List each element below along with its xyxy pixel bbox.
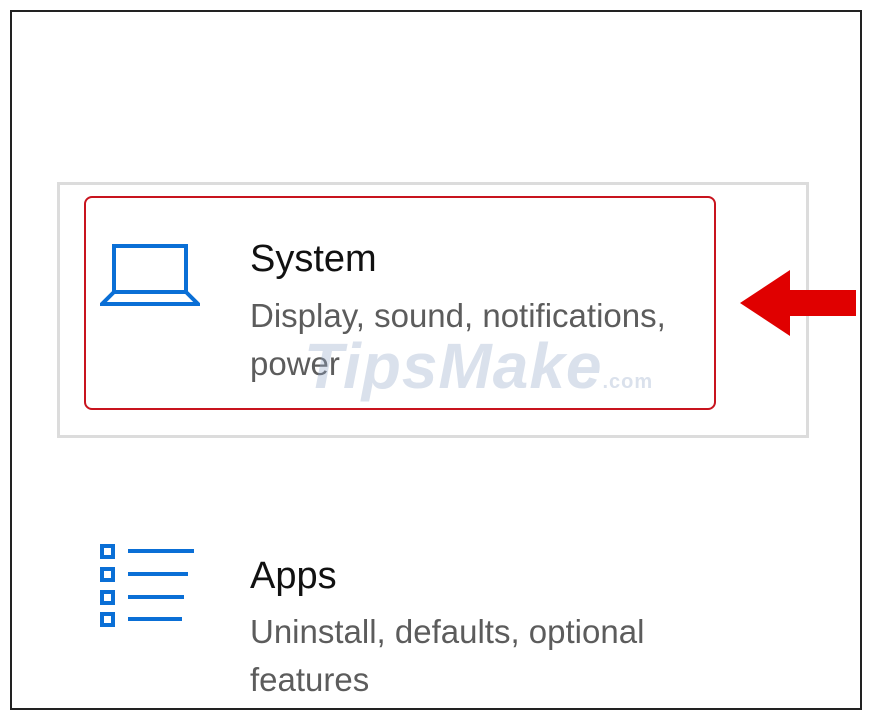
apps-list-icon [100, 544, 194, 627]
apps-description: Uninstall, defaults, optional features [250, 613, 645, 698]
red-arrow-left-icon [740, 270, 856, 336]
watermark-logo: TipsMake.com [304, 330, 654, 402]
laptop-icon [100, 244, 200, 306]
apps-title: Apps [250, 555, 337, 597]
settings-window: System Display, sound, notifications, po… [10, 10, 862, 710]
system-title: System [250, 238, 377, 280]
